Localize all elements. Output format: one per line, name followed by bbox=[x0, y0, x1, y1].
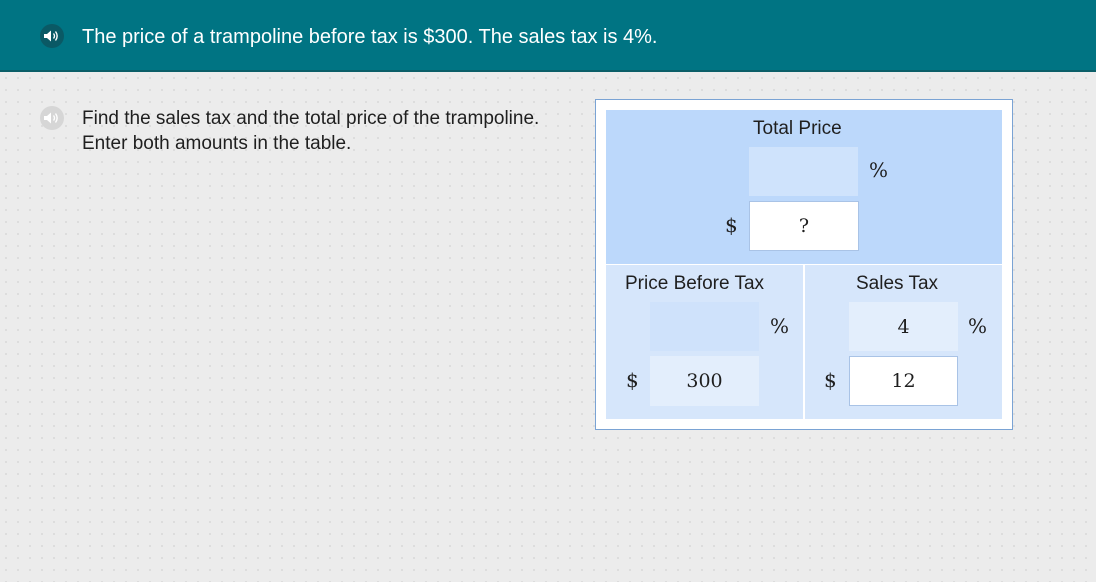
price-before-tax-title: Price Before Tax bbox=[625, 273, 765, 294]
read-aloud-prompt-button[interactable] bbox=[40, 106, 64, 130]
question-text: The price of a trampoline before tax is … bbox=[82, 26, 658, 48]
price-before-tax-dollar-cell: 300 bbox=[650, 356, 759, 406]
price-before-tax-percent-cell bbox=[650, 302, 759, 351]
sales-tax-dollar-symbol: $ bbox=[824, 368, 837, 392]
price-before-tax-block: Price Before Tax % $ 300 bbox=[606, 265, 803, 419]
total-price-percent-cell bbox=[749, 147, 858, 196]
sales-tax-percent-cell: 4 bbox=[849, 302, 958, 351]
sales-tax-percent-symbol: % bbox=[968, 314, 988, 338]
speaker-icon bbox=[44, 30, 58, 42]
question-header: The price of a trampoline before tax is … bbox=[0, 0, 1096, 72]
read-aloud-button[interactable] bbox=[40, 24, 64, 48]
sales-tax-dollar-input[interactable]: 12 bbox=[849, 356, 958, 406]
total-price-dollar-input[interactable]: ? bbox=[749, 201, 859, 251]
total-price-block: Total Price % $ ? bbox=[606, 110, 1002, 264]
price-before-tax-percent-symbol: % bbox=[770, 314, 790, 338]
percent-table: Total Price % $ ? Price Before Tax % $ 3… bbox=[595, 99, 1013, 430]
price-before-tax-dollar-symbol: $ bbox=[626, 368, 639, 392]
total-price-dollar-symbol: $ bbox=[725, 213, 738, 237]
total-price-title: Total Price bbox=[753, 118, 842, 139]
sales-tax-block: Sales Tax 4 % $ 12 bbox=[805, 265, 1002, 419]
speaker-icon bbox=[44, 112, 58, 124]
sales-tax-title: Sales Tax bbox=[856, 273, 939, 294]
instruction-text: Find the sales tax and the total price o… bbox=[82, 108, 540, 154]
total-price-percent-symbol: % bbox=[869, 158, 889, 182]
